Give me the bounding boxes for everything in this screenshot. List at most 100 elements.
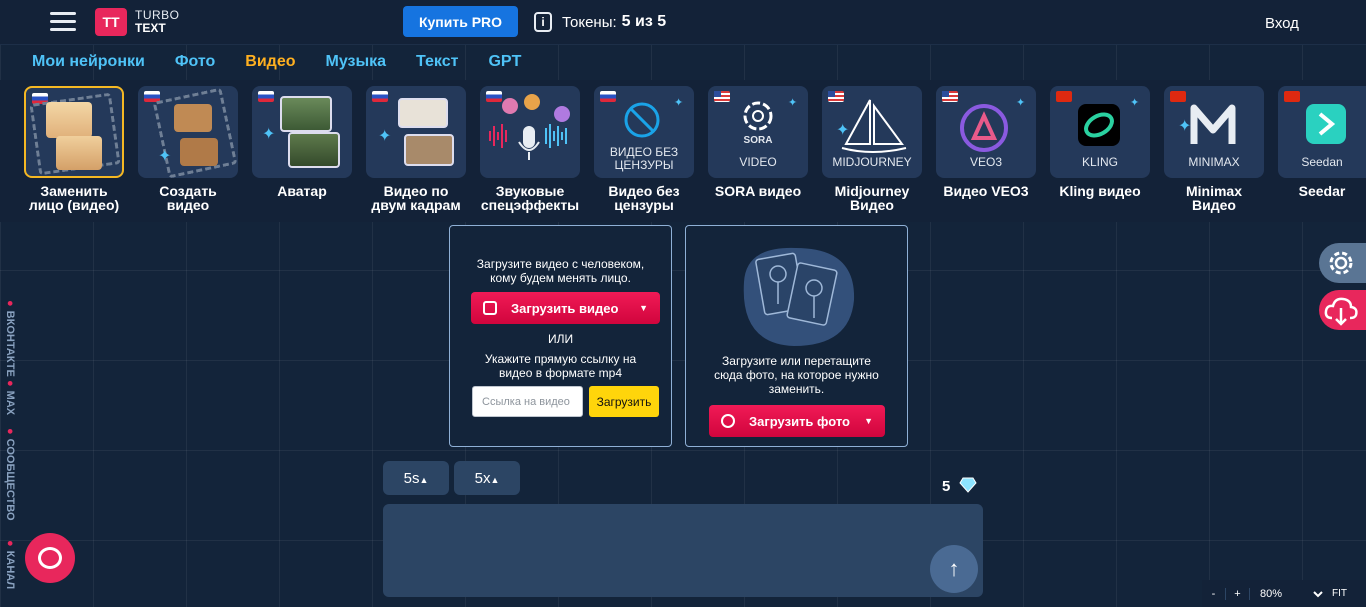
tile-kling-video[interactable]: ✦ KLING Kling видео [1050, 86, 1150, 198]
community-link[interactable]: ● СООБЩЕСТВО [4, 428, 16, 521]
caret-down-icon: ▼ [864, 416, 873, 426]
frame-icon [174, 104, 212, 132]
gear-icon [1329, 251, 1353, 275]
tile-thumb: ✦ [366, 86, 466, 178]
tile-thumb: ✦ [252, 86, 352, 178]
tile-label: Seedar [1298, 183, 1346, 199]
login-link[interactable]: Вход [1265, 15, 1299, 32]
zoom-select[interactable]: 80% [1256, 582, 1326, 605]
tab-gpt[interactable]: GPT [488, 53, 521, 71]
chat-bubble-icon [38, 547, 62, 569]
max-icon: ● [4, 380, 16, 387]
tile-thumb: Seedan [1278, 86, 1366, 178]
tile-caption: ВИДЕО БЕЗ ЦЕНЗУРЫ [609, 145, 679, 172]
logo-mark: TT [95, 8, 127, 36]
face-photo-icon [46, 102, 92, 138]
send-button[interactable]: ↑ [930, 545, 978, 593]
channel-link[interactable]: ● КАНАЛ [4, 540, 16, 589]
tile-label: Видео без цензуры [608, 183, 680, 213]
sparkle-icon: ✦ [262, 126, 276, 143]
upload-photo-label: Загрузить фото [749, 413, 850, 429]
zoom-in-button[interactable]: + [1226, 587, 1250, 600]
community-icon: ● [4, 428, 16, 435]
upload-photo-button[interactable]: Загрузить фото ▼ [709, 405, 885, 437]
max-label: MAX [4, 390, 16, 416]
sparkle-icon: ✦ [1178, 118, 1192, 135]
tile-label: Видео по двум кадрам [371, 183, 461, 213]
tile-face-swap-video[interactable]: Заменить лицо (видео) [24, 86, 124, 212]
settings-button[interactable] [1319, 243, 1366, 283]
logo[interactable]: TT TURBO TEXT [95, 8, 180, 36]
tab-my-networks[interactable]: Мои нейронки [32, 53, 145, 71]
vk-icon: ● [4, 300, 16, 307]
tokens-display: i Токены: 5 из 5 [534, 12, 666, 32]
social-links: ● ВКОНТАКТЕ ● MAX ● СООБЩЕСТВО ● КАНАЛ [3, 300, 17, 600]
duration-value: 5s [403, 469, 420, 487]
channel-icon: ● [4, 540, 16, 547]
fit-button[interactable]: FIT [1332, 588, 1347, 599]
prompt-input[interactable] [383, 504, 983, 597]
photo-upload-panel[interactable]: Загрузите или перетащите сюда фото, на к… [685, 225, 908, 447]
tile-thumb [480, 86, 580, 178]
tab-video[interactable]: Видео [245, 53, 295, 71]
gem-count-value: 5 [942, 478, 951, 495]
upload-video-label: Загрузить видео [511, 300, 619, 316]
max-link[interactable]: ● MAX [4, 380, 16, 415]
tile-two-frames-video[interactable]: ✦ Видео по двум кадрам [366, 86, 466, 212]
tile-create-video[interactable]: ✦ Создать видео [138, 86, 238, 212]
tile-thumb: ✦ VEO3 [936, 86, 1036, 178]
tab-photo[interactable]: Фото [175, 53, 215, 71]
info-icon[interactable]: i [534, 12, 552, 32]
tile-midjourney-video[interactable]: ✦ MIDJOURNEY Midjourney Видео [822, 86, 922, 212]
tile-label: SORA видео [714, 183, 802, 199]
tile-caption: VIDEO [739, 155, 777, 169]
menu-icon[interactable] [50, 12, 76, 32]
sparkle-icon: ✦ [674, 97, 684, 109]
tile-uncensored-video[interactable]: ✦ ВИДЕО БЕЗ ЦЕНЗУРЫ Видео без цензуры [594, 86, 694, 212]
tile-thumb: ✦ MINIMAX [1164, 86, 1264, 178]
tile-sora-video[interactable]: ✦ SORA VIDEO SORA видео [708, 86, 808, 198]
tile-thumb: ✦ KLING [1050, 86, 1150, 178]
portrait-icon [280, 96, 332, 132]
zoom-out-button[interactable]: - [1202, 587, 1226, 600]
tile-thumb [24, 86, 124, 178]
chat-button[interactable] [25, 533, 75, 583]
download-button[interactable] [1319, 290, 1366, 330]
sparkle-icon: ✦ [1130, 97, 1140, 109]
tile-label: Minimax Видео [1185, 183, 1242, 213]
seedance-logo-icon [1306, 104, 1346, 144]
tile-avatar[interactable]: ✦ Аватар [252, 86, 352, 198]
tile-label: Видео VEO3 [943, 183, 1029, 199]
tile-veo3-video[interactable]: ✦ VEO3 Видео VEO3 [936, 86, 1036, 198]
tab-music[interactable]: Музыка [326, 53, 387, 71]
url-upload-button[interactable]: Загрузить [589, 386, 659, 417]
tile-thumb: ✦ ВИДЕО БЕЗ ЦЕНЗУРЫ [594, 86, 694, 178]
flag-ru-icon [258, 91, 274, 102]
or-separator: ИЛИ [547, 332, 574, 346]
tile-caption: KLING [1081, 155, 1118, 169]
video-instruction: Загрузите видео с человеком, кому будем … [476, 257, 645, 285]
buy-pro-button[interactable]: Купить PRO [403, 6, 518, 37]
top-bar: TT TURBO TEXT Купить PRO i Токены: 5 из … [0, 0, 1366, 45]
upload-video-button[interactable]: Загрузить видео ▼ [471, 292, 660, 324]
video-url-input[interactable] [472, 386, 583, 417]
tile-label: Звуковые спецэффекты [480, 183, 580, 213]
photo-icon [721, 414, 735, 428]
category-tabs: Мои нейронки Фото Видео Музыка Текст GPT [32, 53, 551, 71]
tile-minimax-video[interactable]: ✦ MINIMAX Minimax Видео [1164, 86, 1264, 212]
tile-seedance-video[interactable]: Seedan Seedar [1278, 86, 1366, 198]
video-upload-panel: Загрузите видео с человеком, кому будем … [449, 225, 672, 447]
caret-up-icon: ▲ [490, 474, 500, 485]
speed-select[interactable]: 5x▲ [454, 461, 520, 495]
tile-label: Kling видео [1059, 183, 1141, 199]
vk-link[interactable]: ● ВКОНТАКТЕ [4, 300, 16, 377]
tile-sound-effects[interactable]: Звуковые спецэффекты [480, 86, 580, 212]
zoom-controls: - + 80% FIT [1202, 580, 1366, 607]
tab-text[interactable]: Текст [416, 53, 458, 71]
duration-select[interactable]: 5s▲ [383, 461, 449, 495]
tile-caption: MINIMAX [1188, 155, 1240, 169]
video-file-icon [483, 301, 497, 315]
arrow-up-icon: ↑ [948, 556, 960, 581]
tile-thumb: ✦ MIDJOURNEY [822, 86, 922, 178]
tokens-value: 5 из 5 [621, 13, 667, 30]
